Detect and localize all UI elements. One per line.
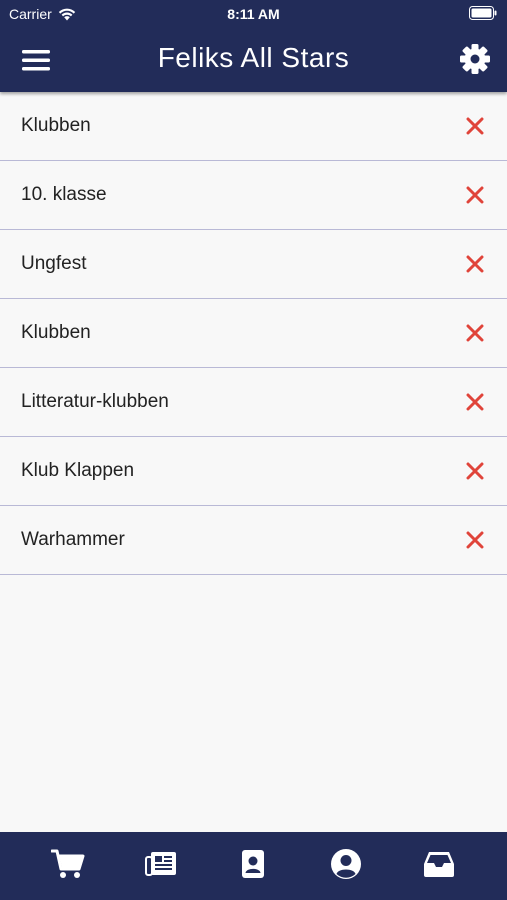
close-icon[interactable]	[461, 388, 489, 416]
status-time: 8:11 AM	[227, 6, 280, 22]
club-list: Klubben 10. klasse Ungfest Klubben Litte…	[0, 92, 507, 575]
club-name: Litteratur-klubben	[21, 391, 169, 412]
list-item[interactable]: Klubben	[0, 299, 507, 368]
close-icon[interactable]	[461, 526, 489, 554]
user-circle-icon[interactable]	[322, 840, 370, 888]
list-item[interactable]: Klub Klappen	[0, 437, 507, 506]
club-name: Ungfest	[21, 253, 87, 274]
battery-icon	[469, 6, 497, 23]
newspaper-icon[interactable]	[137, 840, 185, 888]
app-bar: Feliks All Stars	[0, 28, 507, 92]
close-icon[interactable]	[461, 181, 489, 209]
close-icon[interactable]	[461, 319, 489, 347]
club-name: Klubben	[21, 115, 91, 136]
top-bar: Carrier 8:11 AM Feliks All Stars	[0, 0, 507, 92]
list-item[interactable]: Warhammer	[0, 506, 507, 575]
list-item[interactable]: Ungfest	[0, 230, 507, 299]
club-name: Warhammer	[21, 529, 125, 550]
contact-card-icon[interactable]	[229, 840, 277, 888]
status-bar: Carrier 8:11 AM	[0, 0, 507, 28]
list-item[interactable]: 10. klasse	[0, 161, 507, 230]
club-name: Klubben	[21, 322, 91, 343]
close-icon[interactable]	[461, 112, 489, 140]
gear-icon[interactable]	[457, 41, 493, 77]
inbox-icon[interactable]	[415, 840, 463, 888]
tab-bar	[0, 832, 507, 900]
cart-icon[interactable]	[44, 840, 92, 888]
close-icon[interactable]	[461, 457, 489, 485]
list-item[interactable]: Klubben	[0, 92, 507, 161]
list-item[interactable]: Litteratur-klubben	[0, 368, 507, 437]
club-name: 10. klasse	[21, 184, 107, 205]
club-name: Klub Klappen	[21, 460, 135, 481]
close-icon[interactable]	[461, 250, 489, 278]
page-title: Feliks All Stars	[157, 42, 350, 73]
